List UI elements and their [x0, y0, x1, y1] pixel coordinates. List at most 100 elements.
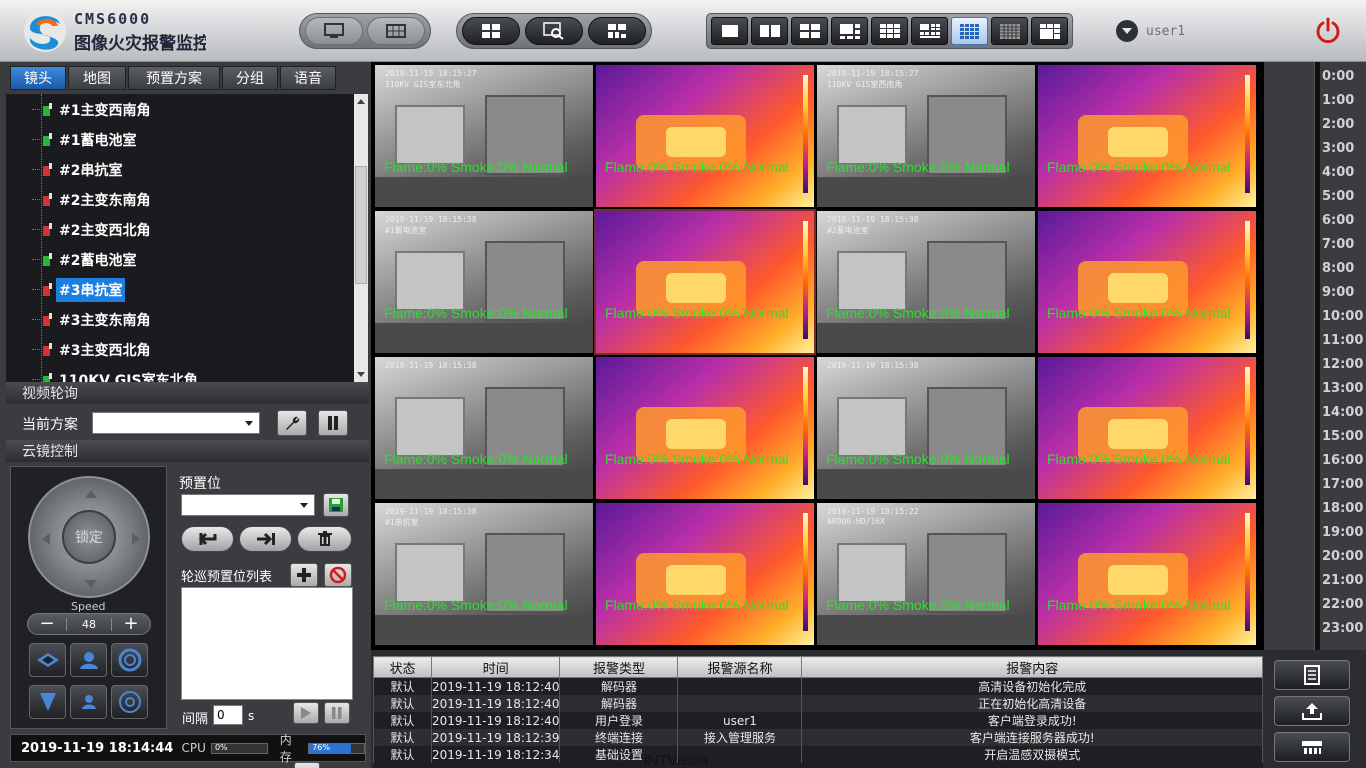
cruise-add-button[interactable] [290, 563, 318, 587]
layout-button-7[interactable] [951, 17, 988, 45]
arrow-right-icon[interactable] [132, 533, 146, 545]
tree-item[interactable]: #3主变西北角 [32, 337, 153, 363]
timeline-hour[interactable]: 14:00 [1322, 405, 1363, 420]
tab-2[interactable]: 预置方案 [128, 66, 220, 90]
timeline-hour[interactable]: 23:00 [1322, 621, 1363, 636]
visible-video-cell[interactable]: 2019-11-19 18:15:27 110KV GIS室东北角 Flame:0%… [375, 65, 593, 207]
thermal-video-cell[interactable]: Flame:0% Smoke:0% Normal [596, 357, 814, 499]
preset-delete-button[interactable] [297, 526, 352, 552]
tab-4[interactable]: 语音 [280, 66, 336, 90]
scheme-select[interactable] [92, 412, 260, 434]
table-row[interactable]: 默认 2019-11-19 18:12:34 基础设置 开启温感双摄模式 [373, 746, 1263, 763]
visible-video-cell[interactable]: 2019-11-19 18:15:38 Flame:0% Smoke:0% Nor… [817, 357, 1035, 499]
timeline-hour[interactable]: 16:00 [1322, 453, 1363, 468]
search-playback-button[interactable] [525, 17, 583, 45]
scroll-down-icon[interactable] [354, 368, 368, 380]
tab-1[interactable]: 地图 [68, 66, 126, 90]
timeline-hour[interactable]: 10:00 [1322, 309, 1363, 324]
thermal-video-cell[interactable]: Flame:0% Smoke:0% Normal [596, 65, 814, 207]
timeline-hour[interactable]: 17:00 [1322, 477, 1363, 492]
alarm-export-button[interactable] [1274, 696, 1350, 726]
arrow-up-icon[interactable] [85, 484, 97, 498]
tree-item[interactable]: #2串抗室 [32, 157, 125, 183]
tree-item[interactable]: #1蓄电池室 [32, 127, 139, 153]
tree-item[interactable]: #2蓄电池室 [32, 247, 139, 273]
layout-button-3[interactable] [791, 17, 828, 45]
alarm-clear-button[interactable] [1274, 732, 1350, 762]
scroll-thumb[interactable] [355, 166, 367, 284]
tree-item[interactable]: #3串抗室 [32, 277, 126, 303]
layout-button-5[interactable] [871, 17, 908, 45]
monitor-view-button[interactable] [305, 17, 363, 45]
tree-item[interactable]: #2主变东南角 [32, 187, 153, 213]
zoom-out-button[interactable] [29, 643, 66, 677]
layout-button-9[interactable] [1031, 17, 1068, 45]
split-screen-button[interactable] [462, 17, 520, 45]
speed-increase-button[interactable]: + [112, 615, 150, 633]
scroll-up-icon[interactable] [354, 96, 368, 108]
zoom-in-button[interactable] [70, 643, 107, 677]
tree-item[interactable]: #3主变东南角 [32, 307, 153, 333]
layout-button-6[interactable] [911, 17, 948, 45]
timeline-hour[interactable]: 9:00 [1322, 285, 1354, 300]
visible-video-cell[interactable]: 2019-11-19 18:15:38 #1串抗室 Flame:0% Smoke:0… [375, 503, 593, 645]
thermal-video-cell[interactable]: Flame:0% Smoke:0% Normal [1038, 211, 1256, 353]
layout-button-1[interactable] [711, 17, 748, 45]
alarm-report-button[interactable] [1274, 660, 1350, 690]
tree-scrollbar[interactable] [354, 94, 368, 382]
alarm-column-header[interactable]: 状态 [373, 656, 432, 678]
preset-save-button[interactable] [323, 493, 349, 517]
preset-next-button[interactable] [239, 526, 292, 552]
preset-goto-button[interactable] [181, 526, 234, 552]
alarm-column-header[interactable]: 时间 [430, 656, 561, 678]
timeline-hour[interactable]: 3:00 [1322, 141, 1354, 156]
timeline-hour[interactable]: 12:00 [1322, 357, 1363, 372]
visible-video-cell[interactable]: 2019-11-19 18:15:27 110KV GIS室西南角 Flame:0%… [817, 65, 1035, 207]
timeline-hour[interactable]: 6:00 [1322, 213, 1354, 228]
focus-far-button[interactable] [111, 643, 148, 677]
visible-video-cell[interactable]: 2019-11-19 18:15:38 #1蓄电池室 Flame:0% Smoke:… [375, 211, 593, 353]
alarm-column-header[interactable]: 报警类型 [559, 656, 679, 678]
ptz-joystick[interactable]: 锁定 [28, 476, 150, 598]
iris-open-button[interactable] [70, 685, 107, 719]
timeline-hour[interactable]: 20:00 [1322, 549, 1363, 564]
timeline-hour[interactable]: 19:00 [1322, 525, 1363, 540]
visible-video-cell[interactable]: 2019-11-19 18:15:38 Flame:0% Smoke:0% Nor… [375, 357, 593, 499]
table-row[interactable]: 默认 2019-11-19 18:12:40 解码器 高清设备初始化完成 [373, 677, 1263, 695]
speed-decrease-button[interactable]: − [28, 615, 66, 633]
thermal-video-cell[interactable]: Flame:0% Smoke:0% Normal [1038, 65, 1256, 207]
alarm-column-header[interactable]: 报警源名称 [677, 656, 803, 678]
tab-0[interactable]: 镜头 [10, 66, 66, 90]
cruise-start-button[interactable] [293, 702, 319, 724]
timeline-hour[interactable]: 7:00 [1322, 237, 1354, 252]
layout-button-4[interactable] [831, 17, 868, 45]
focus-near-button[interactable] [111, 685, 148, 719]
tree-item[interactable]: #1主变西南角 [32, 97, 153, 123]
alarm-column-header[interactable]: 报警内容 [801, 656, 1263, 678]
timeline-hour[interactable]: 21:00 [1322, 573, 1363, 588]
visible-video-cell[interactable]: 2019-11-19 18:15:22 AR900-HD/16X Flame:0% … [817, 503, 1035, 645]
arrow-down-icon[interactable] [85, 580, 97, 594]
timeline-hour[interactable]: 5:00 [1322, 189, 1354, 204]
layout-settings-button[interactable] [588, 17, 646, 45]
cruise-preset-list[interactable] [181, 587, 353, 700]
scheme-settings-button[interactable] [277, 410, 307, 436]
timeline-hour[interactable]: 15:00 [1322, 429, 1363, 444]
timeline-hour[interactable]: 1:00 [1322, 93, 1354, 108]
user-menu[interactable]: user1 [1116, 20, 1185, 42]
power-icon[interactable] [1314, 16, 1342, 44]
cruise-pause-button[interactable] [324, 702, 350, 724]
table-row[interactable]: 默认 2019-11-19 18:12:40 解码器 正在初始化高清设备 [373, 695, 1263, 712]
timeline-hour[interactable]: 11:00 [1322, 333, 1363, 348]
tab-3[interactable]: 分组 [222, 66, 278, 90]
interval-input[interactable]: 0 [213, 705, 243, 725]
thermal-video-cell[interactable]: Flame:0% Smoke:0% Normal [1038, 357, 1256, 499]
layout-button-8[interactable] [991, 17, 1028, 45]
layout-button-2[interactable] [751, 17, 788, 45]
tree-item[interactable]: 110KV GIS室东北角 [32, 367, 201, 382]
timeline-hour[interactable]: 0:00 [1322, 69, 1354, 84]
arrow-left-icon[interactable] [36, 533, 50, 545]
ptz-lock-button[interactable]: 锁定 [62, 510, 116, 564]
tree-item[interactable]: #2主变西北角 [32, 217, 153, 243]
timeline-hour[interactable]: 4:00 [1322, 165, 1354, 180]
